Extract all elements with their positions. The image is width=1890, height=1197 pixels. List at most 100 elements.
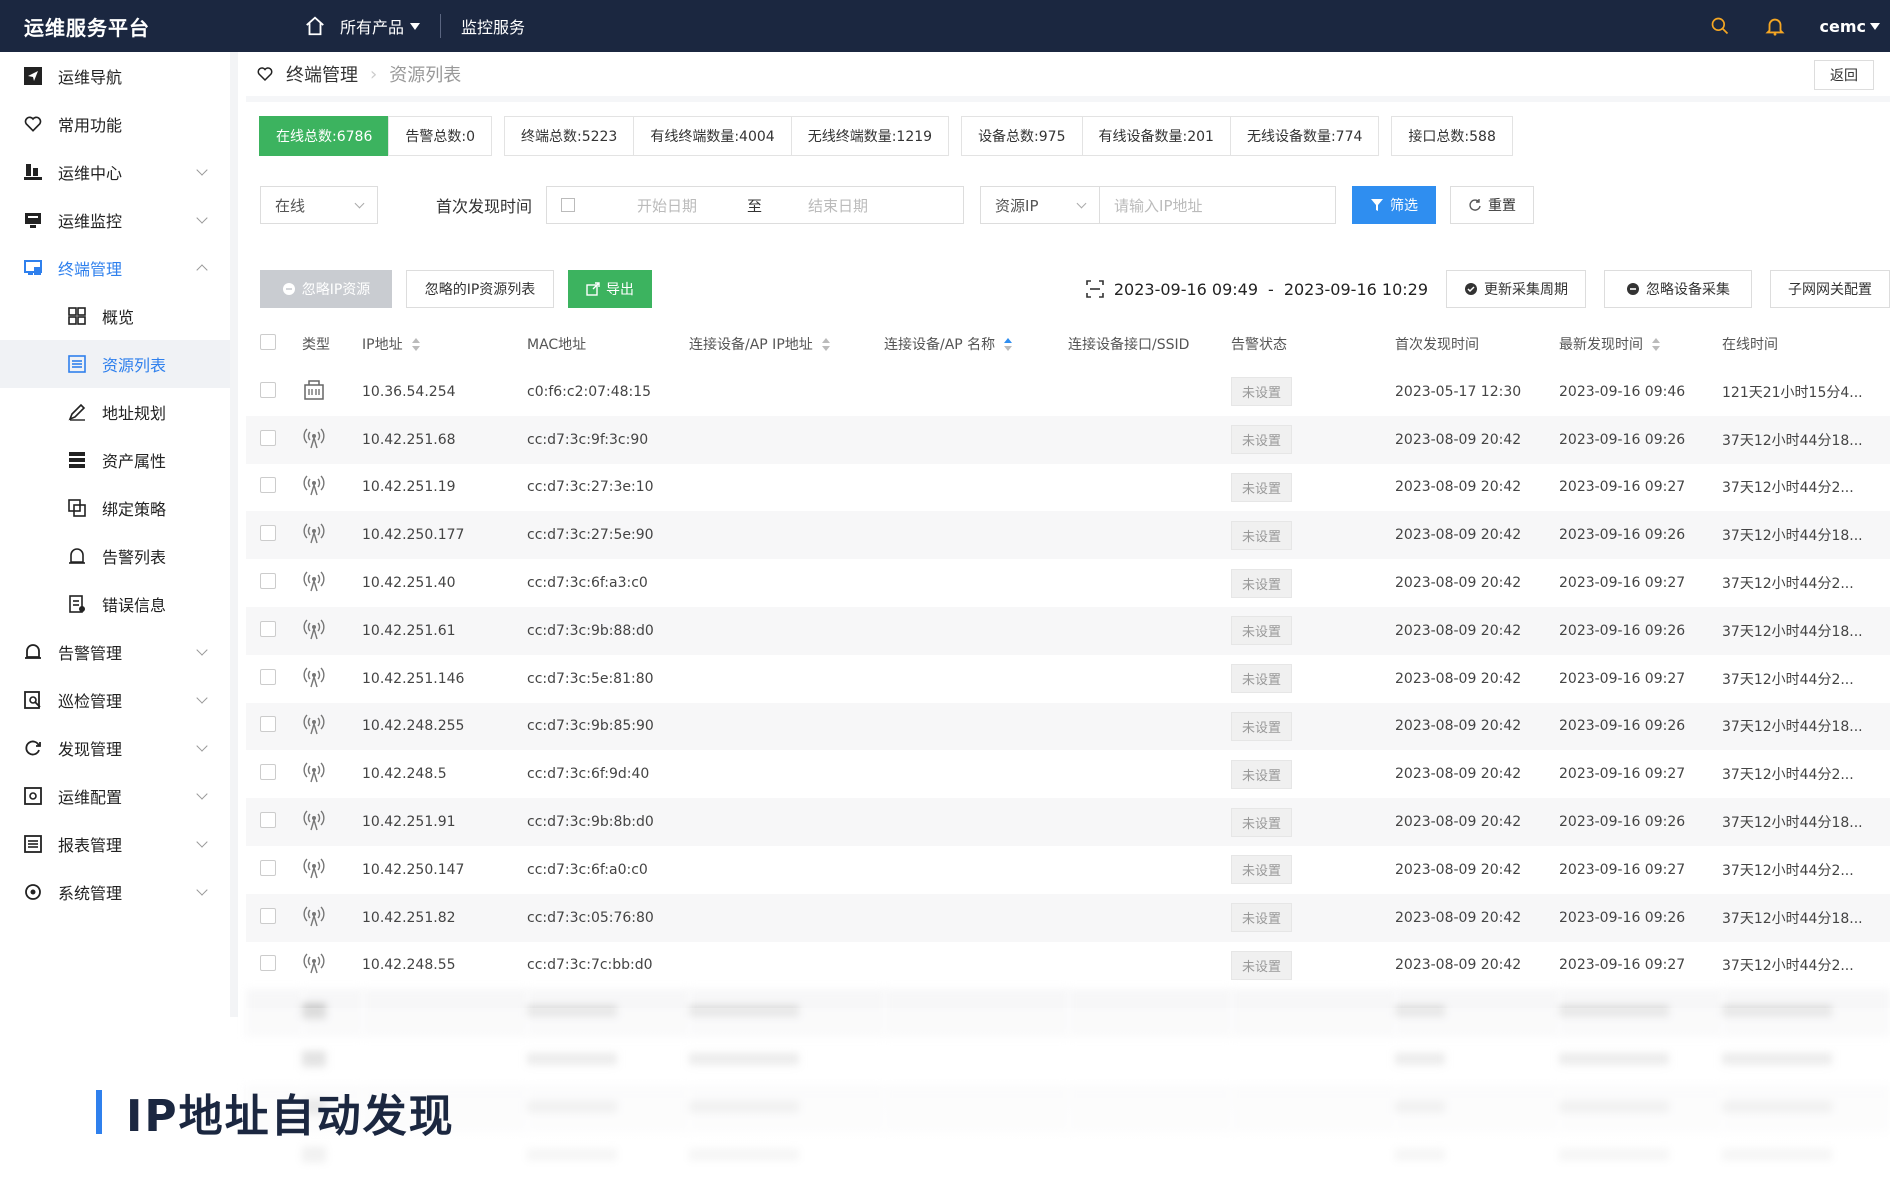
cell-online-time: 37天12小时44分2...	[1722, 958, 1854, 975]
sidebar-item-alarm-mgmt[interactable]: 告警管理	[0, 628, 230, 676]
ip-search-input[interactable]: 请输入IP地址	[1100, 186, 1337, 224]
sidebar-item-label: 巡检管理	[58, 692, 123, 711]
monitor-service-link[interactable]: 监控服务	[441, 14, 525, 38]
stat-wireless-device[interactable]: 无线设备数量:774	[1229, 116, 1380, 156]
ignored-ip-list-button[interactable]: 忽略的IP资源列表	[406, 270, 554, 308]
back-button[interactable]: 返回	[1814, 60, 1874, 90]
sidebar-item-terminal-mgmt[interactable]: 终端管理	[0, 244, 230, 292]
sidebar-item-discovery-mgmt[interactable]: 发现管理	[0, 724, 230, 772]
row-checkbox[interactable]	[260, 573, 276, 590]
table-row[interactable]: 10.42.251.19 cc:d7:3c:27:3e:10 未设置 2023-08-…	[246, 464, 1890, 512]
row-checkbox[interactable]	[260, 668, 276, 685]
cell-latest-found: 2023-09-16 09:46	[1559, 383, 1686, 400]
table-row[interactable]: 10.42.250.177 cc:d7:3c:27:5e:90 未设置 2023-08…	[246, 511, 1890, 560]
table-row[interactable]: 10.42.248.5 cc:d7:3c:6f:9d:40 未设置 2023-08-0…	[246, 750, 1890, 798]
bell-icon[interactable]	[1764, 15, 1786, 37]
sidebar-subitem-asset-attr[interactable]: 资产属性	[0, 436, 230, 484]
reset-button-label: 重置	[1488, 198, 1517, 214]
table-row[interactable]: 10.42.251.61 cc:d7:3c:9b:88:d0 未设置 2023-08-…	[246, 606, 1890, 655]
monitor-icon	[22, 209, 44, 231]
stat-terminal-total[interactable]: 终端总数:5223	[503, 116, 635, 156]
table-row[interactable]: 10.36.54.254 c0:f6:c2:07:48:15 未设置 2023-05-…	[246, 368, 1890, 416]
end-date-input[interactable]: 结束日期	[808, 195, 868, 216]
col-ap-ip[interactable]: 连接设备/AP IP地址	[689, 320, 884, 368]
sidebar-item-ops-nav[interactable]: 运维导航	[0, 52, 230, 100]
sidebar-subitem-overview[interactable]: 概览	[0, 292, 230, 340]
subnet-gateway-config-button[interactable]: 子网网关配置	[1770, 270, 1890, 308]
sidebar-subitem-address-plan[interactable]: 地址规划	[0, 388, 230, 436]
row-checkbox[interactable]	[260, 381, 276, 398]
update-cycle-button[interactable]: 更新采集周期	[1446, 270, 1586, 308]
table-row[interactable]: 10.42.248.255 cc:d7:3c:9b:85:90 未设置 2023-08…	[246, 702, 1890, 751]
reset-button[interactable]: 重置	[1450, 186, 1535, 224]
col-ap-name[interactable]: 连接设备/AP 名称	[884, 320, 1068, 368]
col-latest-found[interactable]: 最新发现时间	[1559, 320, 1722, 368]
table-row[interactable]: 10.42.251.68 cc:d7:3c:9f:3c:90 未设置 2023-08-…	[246, 415, 1890, 464]
sidebar-subitem-resource-list[interactable]: 资源列表	[0, 340, 230, 388]
row-checkbox[interactable]	[260, 812, 276, 829]
sidebar-item-inspection-mgmt[interactable]: 巡检管理	[0, 676, 230, 724]
table-row[interactable]: 10.42.251.40 cc:d7:3c:6f:a3:c0 未设置 2023-08-…	[246, 559, 1890, 607]
ip-type-select[interactable]: 资源IP	[980, 186, 1101, 224]
cell-ssid	[1068, 750, 1231, 798]
chevron-down-icon	[196, 884, 208, 896]
sort-icon[interactable]	[821, 338, 831, 352]
stat-wireless-terminal[interactable]: 无线终端数量:1219	[790, 116, 950, 156]
stat-interface-total[interactable]: 接口总数:588	[1391, 116, 1513, 156]
cell-mac: cc:d7:3c:27:5e:90	[527, 511, 689, 560]
products-dropdown[interactable]: 所有产品	[340, 14, 442, 38]
wireless-ap-icon	[302, 619, 326, 645]
sidebar-item-system-mgmt[interactable]: 系统管理	[0, 868, 230, 916]
sidebar-subitem-bind-policy[interactable]: 绑定策略	[0, 484, 230, 532]
sidebar-item-ops-config[interactable]: 运维配置	[0, 772, 230, 820]
row-checkbox[interactable]	[260, 859, 276, 876]
row-checkbox[interactable]	[260, 955, 276, 972]
sidebar-item-report-mgmt[interactable]: 报表管理	[0, 820, 230, 868]
row-checkbox[interactable]	[260, 429, 276, 446]
stat-device-total[interactable]: 设备总数:975	[961, 116, 1083, 156]
search-icon[interactable]	[1710, 16, 1730, 36]
check-circle-icon	[1465, 283, 1477, 295]
export-button[interactable]: 导出	[568, 270, 652, 308]
status-select[interactable]: 在线	[260, 186, 378, 224]
time-dash: -	[1268, 279, 1274, 299]
sidebar-item-label: 系统管理	[58, 884, 123, 903]
col-ip[interactable]: IP地址	[362, 320, 527, 368]
table-row[interactable]: 10.42.251.91 cc:d7:3c:9b:8b:d0 未设置 2023-08-…	[246, 798, 1890, 846]
stat-wired-terminal[interactable]: 有线终端数量:4004	[633, 116, 792, 156]
start-date-input[interactable]: 开始日期	[637, 195, 697, 216]
stat-alarm-total[interactable]: 告警总数:0	[388, 116, 492, 156]
cell-ssid	[1068, 464, 1231, 512]
table-row[interactable]: 10.42.251.82 cc:d7:3c:05:76:80 未设置 2023-08-…	[246, 893, 1890, 942]
stat-wired-device[interactable]: 有线设备数量:201	[1081, 116, 1231, 156]
table-row[interactable]: 10.42.248.55 cc:d7:3c:7c:bb:d0 未设置 2023-08-…	[246, 942, 1890, 990]
sort-icon[interactable]	[411, 338, 421, 352]
row-checkbox[interactable]	[260, 620, 276, 637]
table-header-row: 类型 IP地址 MAC地址 连接设备/AP IP地址 连接设备/AP 名称 连接…	[246, 320, 1890, 368]
row-checkbox[interactable]	[260, 477, 276, 494]
user-menu[interactable]: cemc	[1820, 17, 1880, 36]
sidebar-item-favorites[interactable]: 常用功能	[0, 100, 230, 148]
stat-online-total[interactable]: 在线总数:6786	[259, 116, 390, 156]
date-range-picker[interactable]: 开始日期 至 结束日期	[546, 186, 965, 224]
sidebar-subitem-error-info[interactable]: 错误信息	[0, 580, 230, 628]
sort-asc-icon[interactable]	[1003, 338, 1013, 352]
alarm-status-badge: 未设置	[1231, 520, 1293, 550]
home-icon[interactable]	[304, 15, 326, 37]
cell-ip: 10.42.251.61	[362, 606, 527, 655]
sidebar-subitem-alarm-list[interactable]: 告警列表	[0, 532, 230, 580]
ignore-ip-button[interactable]: 忽略IP资源	[260, 270, 392, 308]
row-checkbox[interactable]	[260, 764, 276, 781]
select-all-checkbox[interactable]	[260, 334, 276, 350]
sort-icon[interactable]	[1651, 338, 1661, 352]
row-checkbox[interactable]	[260, 716, 276, 733]
filter-button[interactable]: 筛选	[1352, 186, 1437, 224]
table-row[interactable]: 10.42.251.146 cc:d7:3c:5e:81:80 未设置 2023-08…	[246, 655, 1890, 703]
row-checkbox[interactable]	[260, 525, 276, 542]
ignore-device-collect-button[interactable]: 忽略设备采集	[1604, 270, 1752, 308]
sidebar-item-ops-center[interactable]: 运维中心	[0, 148, 230, 196]
breadcrumb-parent[interactable]: 终端管理	[286, 61, 358, 87]
row-checkbox[interactable]	[260, 907, 276, 924]
sidebar-item-ops-monitor[interactable]: 运维监控	[0, 196, 230, 244]
table-row[interactable]: 10.42.250.147 cc:d7:3c:6f:a0:c0 未设置 2023-08…	[246, 846, 1890, 894]
